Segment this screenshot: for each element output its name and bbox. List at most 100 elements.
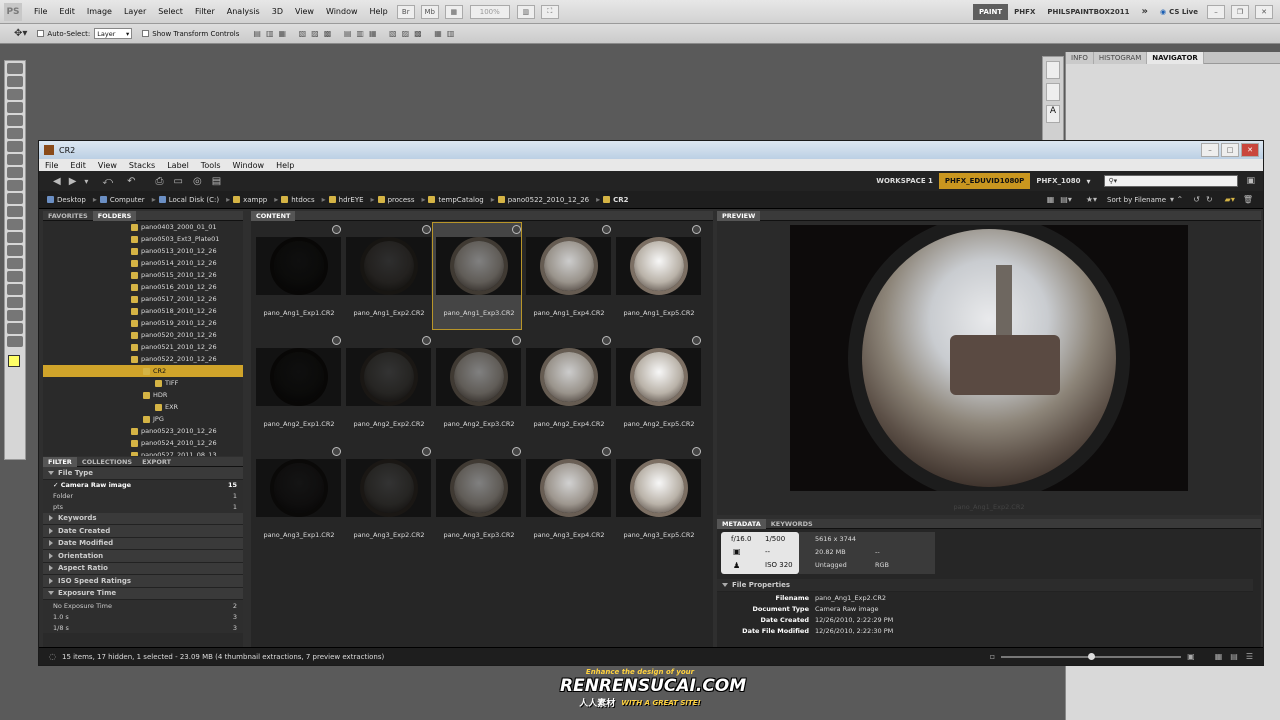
chevron-right-icon[interactable]: ▸ [491,195,495,204]
thumbnail-cell[interactable]: pano_Ang3_Exp1.CR2 [253,445,341,551]
stack-badge-icon[interactable] [332,447,341,456]
folder-item[interactable]: TIFF [43,377,243,389]
chevron-right-icon[interactable]: ▸ [226,195,230,204]
output-icon[interactable]: ▤ [212,176,221,187]
path-segment[interactable]: htdocs [281,196,315,204]
menu-view[interactable]: View [289,0,320,24]
thumbnail-image[interactable] [346,237,431,295]
restore-button[interactable]: ❐ [1231,4,1249,19]
bridge-menu-tools[interactable]: Tools [195,161,227,170]
bridge-menu-edit[interactable]: Edit [64,161,92,170]
filter-section-orientation[interactable]: Orientation [43,550,243,563]
pen-tool-icon[interactable] [7,245,23,256]
stack-badge-icon[interactable] [422,336,431,345]
move-tool-icon[interactable] [7,63,23,74]
folder-item[interactable]: pano0516_2010_12_26 [43,281,243,293]
chevron-right-icon[interactable]: ▸ [371,195,375,204]
chevron-right-icon[interactable]: ▸ [421,195,425,204]
folder-item[interactable]: pano0503_Ext3_Plate01 [43,233,243,245]
stack-badge-icon[interactable] [602,447,611,456]
arrange-documents-button[interactable]: ▥ [516,4,535,19]
path-segment[interactable]: Local Disk (C:) [158,196,219,204]
bridge-minimize-button[interactable]: – [1201,143,1219,157]
menu-3d[interactable]: 3D [266,0,289,24]
file-type-item[interactable]: pts 1 [43,501,243,513]
path-select-tool-icon[interactable] [7,271,23,282]
thumbnail-cell[interactable]: pano_Ang1_Exp2.CR2 [343,223,431,329]
zoom-level[interactable]: 100% [469,4,510,19]
type-tool-icon[interactable] [7,258,23,269]
folder-item[interactable]: pano0524_2010_12_26 [43,437,243,449]
workspace-phfx-eduvid[interactable]: PHFX_EDUVID1080P [938,173,1031,189]
zoom-tool-icon[interactable] [7,336,23,347]
menu-select[interactable]: Select [152,0,189,24]
history-icon[interactable] [1046,61,1060,79]
folder-item[interactable]: pano0514_2010_12_26 [43,257,243,269]
stack-badge-icon[interactable] [512,225,521,234]
stack-badge-icon[interactable] [422,225,431,234]
align-icons[interactable]: ▤▥▦ ▧▨▩ ▤▥▦ ▧▨▩ ▦▥ [253,29,459,38]
eyedropper-tool-icon[interactable] [7,128,23,139]
thumbnail-image[interactable] [256,459,341,517]
bridge-menu-help[interactable]: Help [270,161,300,170]
folder-item[interactable]: pano0520_2010_12_26 [43,329,243,341]
workspace-paint[interactable]: PAINT [973,3,1009,20]
shape-tool-icon[interactable] [7,284,23,295]
character-icon[interactable]: A [1046,105,1060,123]
workspace-1[interactable]: WORKSPACE 1 [870,173,939,189]
view-grid-icon[interactable]: ▦ [1047,195,1055,204]
filter-section-file-type[interactable]: File Type [43,467,243,480]
thumbnail-image[interactable] [436,237,521,295]
bridge-maximize-button[interactable]: □ [1221,143,1239,157]
thumbnail-cell[interactable]: pano_Ang2_Exp1.CR2 [253,334,341,440]
auto-select-checkbox[interactable] [37,30,45,37]
folder-item[interactable]: CR2 [43,365,243,377]
3d-orbit-tool-icon[interactable] [7,310,23,321]
thumbnail-cell[interactable]: pano_Ang2_Exp3.CR2 [433,334,521,440]
move-tool-icon[interactable]: ✥▾ [14,28,27,39]
clone-stamp-tool-icon[interactable] [7,167,23,178]
open-in-camera-raw-icon[interactable]: ◎ [193,176,202,187]
recent-dropdown-icon[interactable]: ▾ [84,177,88,186]
new-folder-icon[interactable]: ▰▾ [1225,195,1235,204]
thumbnail-image[interactable] [256,237,341,295]
file-type-item[interactable]: ✓ Camera Raw image 15 [43,479,243,491]
cs-live-button[interactable]: ◉ CS Live [1154,4,1204,20]
exposure-item[interactable]: No Exposure Time 2 [43,600,243,611]
menu-filter[interactable]: Filter [189,0,221,24]
chevron-right-icon[interactable]: ▸ [152,195,156,204]
thumbnail-cell[interactable]: pano_Ang1_Exp3.CR2 [432,222,522,330]
menu-image[interactable]: Image [81,0,118,24]
rotate-left-icon[interactable]: ↺ [1193,195,1200,204]
thumbnail-image[interactable] [526,459,611,517]
thumbnail-size-slider[interactable] [1001,652,1182,660]
thumbnail-image[interactable] [256,348,341,406]
folder-item[interactable]: pano0518_2010_12_26 [43,305,243,317]
details-view-icon[interactable]: ▤ [1230,652,1238,661]
menu-window[interactable]: Window [320,0,364,24]
filter-section-iso-speed-ratings[interactable]: ISO Speed Ratings [43,575,243,588]
zoom-out-icon[interactable]: ▫ [990,652,995,661]
sort-dropdown[interactable]: Sort by Filename [1107,196,1166,204]
tab-export[interactable]: EXPORT [137,457,176,467]
compact-mode-icon[interactable]: ▣ [1246,176,1255,186]
history-brush-tool-icon[interactable] [7,180,23,191]
path-segment[interactable]: tempCatalog [428,196,484,204]
filter-section-date-modified[interactable]: Date Modified [43,537,243,550]
thumbnail-image[interactable] [616,348,701,406]
thumbnail-cell[interactable]: pano_Ang1_Exp5.CR2 [613,223,701,329]
hand-tool-icon[interactable] [7,323,23,334]
quality-icon[interactable]: ▤▾ [1060,195,1072,204]
folder-item[interactable]: pano0515_2010_12_26 [43,269,243,281]
blur-tool-icon[interactable] [7,219,23,230]
workspace-phfx-1080[interactable]: PHFX_1080 [1030,173,1086,189]
healing-tool-icon[interactable] [7,141,23,152]
tab-navigator[interactable]: NAVIGATOR [1147,51,1204,64]
tab-folders[interactable]: FOLDERS [92,211,137,221]
crop-tool-icon[interactable] [7,115,23,126]
thumbnail-cell[interactable]: pano_Ang3_Exp2.CR2 [343,445,431,551]
thumbnail-cell[interactable]: pano_Ang2_Exp5.CR2 [613,334,701,440]
folder-item[interactable]: pano0523_2010_12_26 [43,425,243,437]
path-segment[interactable]: hdrEYE [328,196,364,204]
menu-layer[interactable]: Layer [118,0,152,24]
